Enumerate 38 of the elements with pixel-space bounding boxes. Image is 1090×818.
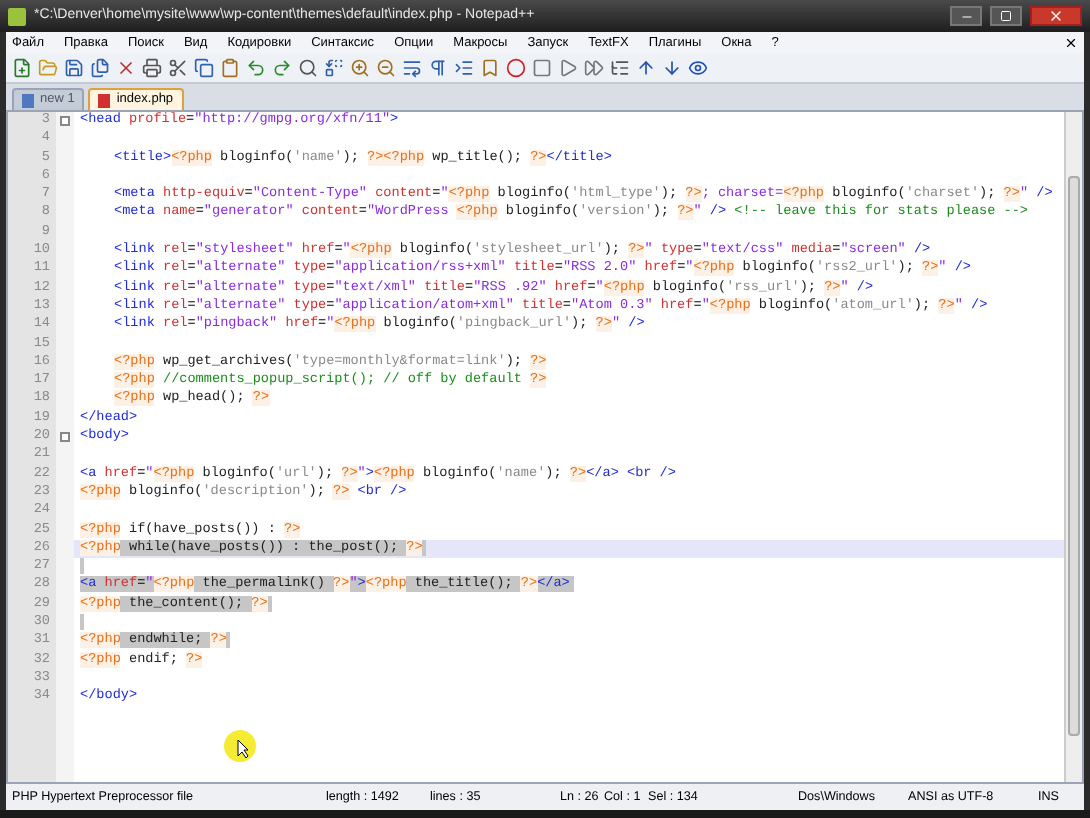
close-document-icon[interactable]	[1064, 36, 1078, 50]
copy-icon[interactable]	[194, 58, 214, 78]
wrap-text-icon[interactable]	[402, 58, 422, 78]
clipboard-icon[interactable]	[220, 58, 240, 78]
scrollbar[interactable]	[1064, 112, 1082, 782]
play-icon[interactable]	[558, 58, 578, 78]
scroll-thumb[interactable]	[1068, 176, 1080, 736]
replace-icon[interactable]	[324, 58, 344, 78]
app-icon	[8, 7, 26, 25]
save-icon[interactable]	[64, 58, 84, 78]
indent-icon[interactable]	[454, 58, 474, 78]
redo-icon[interactable]	[272, 58, 292, 78]
fold-icon[interactable]	[60, 432, 70, 443]
undo-icon[interactable]	[246, 58, 266, 78]
files-icon[interactable]	[90, 58, 110, 78]
eye-icon[interactable]	[688, 58, 708, 78]
fold-icon[interactable]	[60, 116, 70, 126]
arrow-down-icon[interactable]	[662, 58, 682, 78]
pilcrow-icon[interactable]	[428, 58, 448, 78]
arrow-up-icon[interactable]	[636, 58, 656, 78]
scissors-icon[interactable]	[168, 58, 188, 78]
zoom-out-icon[interactable]	[376, 58, 396, 78]
maximize-icon	[1000, 10, 1012, 22]
list-tree-icon[interactable]	[610, 58, 630, 78]
bookmark-icon[interactable]	[480, 58, 500, 78]
fast-forward-icon[interactable]	[584, 58, 604, 78]
printer-icon[interactable]	[142, 58, 162, 78]
stop-icon[interactable]	[532, 58, 552, 78]
record-icon[interactable]	[506, 58, 526, 78]
close-icon[interactable]	[116, 58, 136, 78]
search-icon[interactable]	[298, 58, 318, 78]
zoom-in-icon[interactable]	[350, 58, 370, 78]
new-file-icon[interactable]	[12, 58, 32, 78]
minimize-button[interactable]	[950, 6, 982, 26]
cursor-highlight-icon	[224, 730, 256, 762]
close-icon	[1048, 8, 1064, 24]
close-button[interactable]	[1030, 6, 1082, 26]
maximize-button[interactable]	[990, 6, 1022, 26]
